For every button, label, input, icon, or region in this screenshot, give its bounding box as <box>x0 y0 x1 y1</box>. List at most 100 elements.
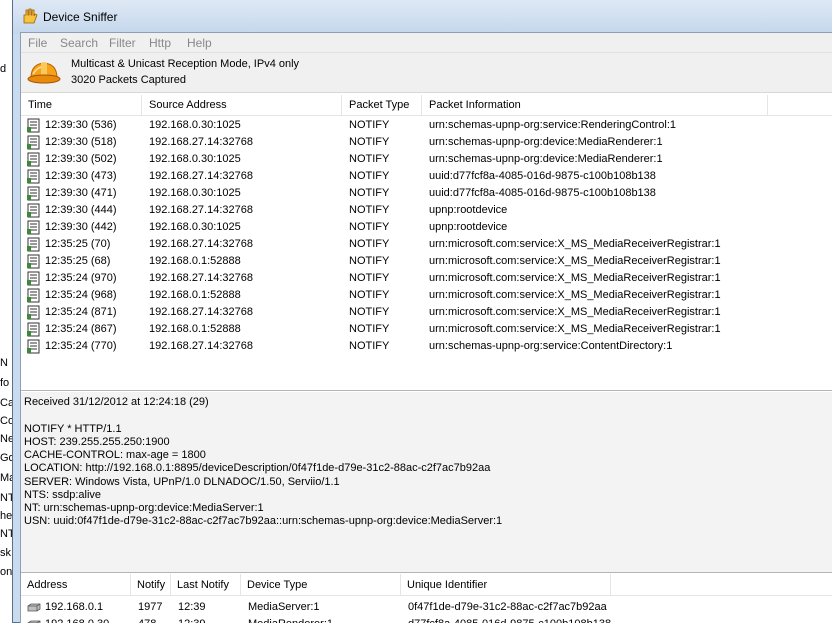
packet-document-icon <box>27 169 40 184</box>
menu-bar: File Search Filter Http Help <box>21 33 832 53</box>
packet-info: urn:microsoft.com:service:X_MS_MediaRece… <box>429 272 721 284</box>
packet-source: 192.168.0.30:1025 <box>149 187 241 199</box>
packet-document-icon <box>27 254 40 269</box>
packet-document-icon <box>27 118 40 133</box>
detail-line: NT: urn:schemas-upnp-org:device:MediaSer… <box>24 502 264 514</box>
packet-info: urn:microsoft.com:service:X_MS_MediaRece… <box>429 306 721 318</box>
packet-document-icon <box>27 135 40 150</box>
packet-info: urn:schemas-upnp-org:device:MediaRendere… <box>429 153 663 165</box>
packet-type: NOTIFY <box>349 153 390 165</box>
packet-source: 192.168.27.14:32768 <box>149 170 253 182</box>
packet-type: NOTIFY <box>349 221 390 233</box>
detail-line: NOTIFY * HTTP/1.1 <box>24 423 122 435</box>
device-sniffer-window: Device Sniffer File Search Filter Http H… <box>12 0 832 623</box>
table-row[interactable]: 12:35:24 (970) 192.168.27.14:32768 NOTIFY u… <box>21 270 832 287</box>
table-row[interactable]: 12:39:30 (471) 192.168.0.30:1025 NOTIFY uui… <box>21 185 832 202</box>
packet-time: 12:35:24 (968) <box>45 289 117 301</box>
column-header-unique-identifier[interactable]: Unique Identifier <box>401 574 611 596</box>
packet-time: 12:39:30 (442) <box>45 221 117 233</box>
packet-document-icon <box>27 339 40 354</box>
background-text-fragment: sk <box>0 547 11 559</box>
detail-line: SERVER: Windows Vista, UPnP/1.0 DLNADOC/… <box>24 476 340 488</box>
packet-document-icon <box>27 288 40 303</box>
network-device-icon <box>27 603 41 612</box>
packet-source: 192.168.0.30:1025 <box>149 153 241 165</box>
packet-type: NOTIFY <box>349 340 390 352</box>
packet-document-icon <box>27 237 40 252</box>
background-text-fragment: d <box>0 63 7 75</box>
packet-document-icon <box>27 186 40 201</box>
device-unique-identifier: 0f47f1de-d79e-31c2-88ac-c2f7ac7b92aa <box>408 601 607 613</box>
table-row[interactable]: 12:35:25 (68) 192.168.0.1:52888 NOTIFY urn:… <box>21 253 832 270</box>
packet-time: 12:39:30 (518) <box>45 136 117 148</box>
packet-source: 192.168.27.14:32768 <box>149 272 253 284</box>
packet-source: 192.168.0.1:52888 <box>149 289 241 301</box>
column-header-source-address[interactable]: Source Address <box>142 95 342 116</box>
packet-type: NOTIFY <box>349 255 390 267</box>
table-row[interactable]: 12:35:24 (968) 192.168.0.1:52888 NOTIFY urn… <box>21 287 832 304</box>
table-row[interactable]: 12:39:30 (518) 192.168.27.14:32768 NOTIFY u… <box>21 134 832 151</box>
window-title: Device Sniffer <box>43 10 118 24</box>
packet-time: 12:39:30 (536) <box>45 119 117 131</box>
packet-time: 12:35:24 (770) <box>45 340 117 352</box>
packet-detail-pane[interactable]: Received 31/12/2012 at 12:24:18 (29) NOTI… <box>21 392 832 573</box>
table-row[interactable]: 12:39:30 (442) 192.168.0.30:1025 NOTIFY upn… <box>21 219 832 236</box>
device-type: MediaRenderer:1 <box>248 616 333 623</box>
packet-info: urn:schemas-upnp-org:service:ContentDire… <box>429 340 673 352</box>
packet-info: urn:microsoft.com:service:X_MS_MediaRece… <box>429 289 721 301</box>
packet-source: 192.168.27.14:32768 <box>149 238 253 250</box>
packet-info: upnp:rootdevice <box>429 221 508 233</box>
device-address: 192.168.0.1 <box>45 601 104 613</box>
device-notify-count: 1977 <box>138 601 163 613</box>
packet-type: NOTIFY <box>349 119 390 131</box>
table-row[interactable]: 12:39:30 (444) 192.168.27.14:32768 NOTIFY u… <box>21 202 832 219</box>
column-header-notify[interactable]: Notify <box>131 574 171 596</box>
packet-info: urn:microsoft.com:service:X_MS_MediaRece… <box>429 255 721 267</box>
menu-help[interactable]: Help <box>187 36 212 50</box>
table-row[interactable]: 192.168.0.1 1977 12:39 MediaServer:1 0f47f1d… <box>21 599 832 616</box>
packet-type: NOTIFY <box>349 170 390 182</box>
column-header-address[interactable]: Address <box>21 574 131 596</box>
packet-info: upnp:rootdevice <box>429 204 508 216</box>
table-row[interactable]: 12:35:25 (70) 192.168.27.14:32768 NOTIFY ur… <box>21 236 832 253</box>
table-row[interactable]: 12:39:30 (473) 192.168.27.14:32768 NOTIFY u… <box>21 168 832 185</box>
title-bar[interactable]: Device Sniffer <box>13 0 832 34</box>
table-row[interactable]: 192.168.0.30 478 12:39 MediaRenderer:1 d77fc… <box>21 616 832 623</box>
device-list[interactable]: Address Notify Last Notify Device Type U… <box>21 574 832 623</box>
packet-document-icon <box>27 322 40 337</box>
column-header-device-type[interactable]: Device Type <box>241 574 401 596</box>
device-last-notify: 12:39 <box>178 616 206 623</box>
detail-line: USN: uuid:0f47f1de-d79e-31c2-88ac-c2f7ac… <box>24 515 503 527</box>
packet-source: 192.168.0.30:1025 <box>149 221 241 233</box>
menu-file[interactable]: File <box>28 36 47 50</box>
column-header-last-notify[interactable]: Last Notify <box>171 574 241 596</box>
packet-type: NOTIFY <box>349 204 390 216</box>
device-unique-identifier: d77fcf8a-4085-016d-9875-c100b108b138 <box>408 616 611 623</box>
column-header-packet-type[interactable]: Packet Type <box>342 95 422 116</box>
status-panel: Multicast & Unicast Reception Mode, IPv4… <box>21 53 832 93</box>
device-notify-count: 478 <box>138 616 156 623</box>
column-header-packet-information[interactable]: Packet Information <box>422 95 768 116</box>
table-row[interactable]: 12:39:30 (536) 192.168.0.30:1025 NOTIFY urn… <box>21 117 832 134</box>
column-header-time[interactable]: Time <box>21 95 142 116</box>
hardhat-icon <box>27 62 61 84</box>
packet-info: urn:microsoft.com:service:X_MS_MediaRece… <box>429 323 721 335</box>
menu-filter[interactable]: Filter <box>109 36 136 50</box>
table-row[interactable]: 12:35:24 (770) 192.168.27.14:32768 NOTIFY u… <box>21 338 832 355</box>
detail-line: LOCATION: http://192.168.0.1:8895/device… <box>24 462 491 474</box>
packet-source: 192.168.0.1:52888 <box>149 255 241 267</box>
packet-type: NOTIFY <box>349 323 390 335</box>
detail-line: HOST: 239.255.255.250:1900 <box>24 436 170 448</box>
packet-document-icon <box>27 220 40 235</box>
device-list-header: Address Notify Last Notify Device Type U… <box>21 574 832 596</box>
packet-info: urn:schemas-upnp-org:service:RenderingCo… <box>429 119 677 131</box>
packet-list[interactable]: Time Source Address Packet Type Packet I… <box>21 95 832 391</box>
packet-source: 192.168.27.14:32768 <box>149 340 253 352</box>
menu-search[interactable]: Search <box>60 36 98 50</box>
table-row[interactable]: 12:35:24 (871) 192.168.27.14:32768 NOTIFY u… <box>21 304 832 321</box>
menu-http[interactable]: Http <box>149 36 171 50</box>
packet-time: 12:35:24 (970) <box>45 272 117 284</box>
packet-type: NOTIFY <box>349 289 390 301</box>
table-row[interactable]: 12:35:24 (867) 192.168.0.1:52888 NOTIFY urn… <box>21 321 832 338</box>
table-row[interactable]: 12:39:30 (502) 192.168.0.30:1025 NOTIFY urn… <box>21 151 832 168</box>
